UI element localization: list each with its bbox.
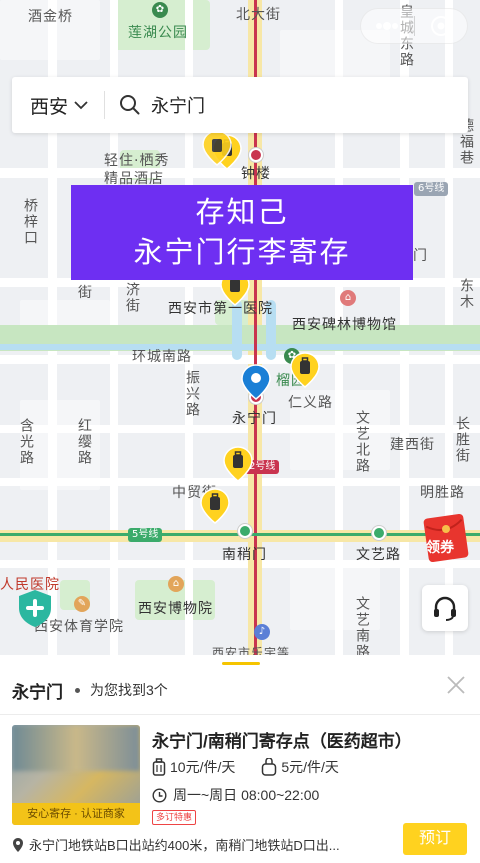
city-label: 西安 xyxy=(30,96,69,118)
storage-pin-icon[interactable] xyxy=(223,446,253,482)
map-label: 文艺北路 xyxy=(354,410,370,474)
shield-icon xyxy=(19,590,51,627)
map-label: 莲湖公园 xyxy=(128,25,188,41)
close-icon xyxy=(447,676,465,694)
results-header: 永宁门 为您找到3个 xyxy=(12,677,468,703)
line-badge-6: 6号线 xyxy=(414,182,449,196)
location-pin-icon[interactable] xyxy=(241,364,271,400)
map-label: 南稍门 xyxy=(222,547,267,563)
map-label: 文艺南路 xyxy=(354,596,370,655)
coupon-label: 领券 xyxy=(426,540,454,556)
price-large-value: 10元/件/天 xyxy=(170,759,236,775)
price-small-value: 5元/件/天 xyxy=(281,759,339,775)
line-badge-5: 5号线 xyxy=(128,528,163,542)
chevron-down-icon xyxy=(74,100,88,109)
large-luggage-icon xyxy=(152,758,166,776)
storage-pin-icon[interactable] xyxy=(290,352,320,388)
headset-icon xyxy=(434,596,456,621)
map-label: 门 xyxy=(413,248,428,264)
search-bar: 西安 xyxy=(12,77,468,133)
map-label: 酒金桥 xyxy=(28,9,73,25)
clock-icon xyxy=(152,787,167,803)
map-label: 轻住·栖秀 xyxy=(104,153,170,169)
location-icon xyxy=(13,837,23,852)
map-label: 长胜街 xyxy=(454,416,470,464)
divider xyxy=(0,714,480,715)
storage-pin-icon[interactable] xyxy=(202,130,232,166)
city-selector[interactable]: 西安 xyxy=(30,92,88,119)
map-label: 文艺路 xyxy=(356,547,401,563)
school-icon: ✎ xyxy=(74,596,90,612)
banner-brand: 存知己 xyxy=(195,197,289,229)
map-label: 北大街 xyxy=(236,7,281,23)
opening-hours: 周一~周日 08:00~22:00 xyxy=(152,785,319,805)
safety-button[interactable] xyxy=(14,587,56,629)
address-text: 永宁门地铁站B口出站约400米，南稍门地铁站D口出... xyxy=(29,838,340,853)
store-address: 永宁门地铁站B口出站约400米，南稍门地铁站D口出... xyxy=(12,835,392,854)
banner-title: 永宁门行李寄存 xyxy=(133,237,351,269)
close-button[interactable] xyxy=(444,673,468,697)
certified-ribbon: 安心寄存 · 认证商家 xyxy=(12,803,140,825)
map-label: 环城南路 xyxy=(132,349,192,365)
park-icon: ✿ xyxy=(152,2,168,18)
customer-service-button[interactable] xyxy=(422,585,468,631)
map-label: 钟楼 xyxy=(241,166,271,182)
map-label: 济街 xyxy=(124,282,140,314)
museum-icon: ⌂ xyxy=(168,576,184,592)
price-row: 10元/件/天 5元/件/天 xyxy=(152,757,339,777)
results-count: 为您找到3个 xyxy=(90,682,168,698)
map-view[interactable]: 酒金桥 莲湖公园 北大街 皇城东路 轻住·栖秀 精品酒店 钟楼 德福巷 桥梓口 … xyxy=(0,0,480,655)
map-label: 建西街 xyxy=(390,437,435,453)
small-bag-icon xyxy=(262,758,277,776)
drag-handle[interactable] xyxy=(222,662,260,665)
promo-tag: 多订特惠 xyxy=(152,810,197,825)
map-label: 西安碑林博物馆 xyxy=(292,317,397,333)
map-label: 西安博物院 xyxy=(138,601,213,617)
map-label: 含光路 xyxy=(18,418,34,466)
search-divider xyxy=(104,91,106,119)
book-button[interactable]: 预订 xyxy=(403,823,467,855)
exit-circle-icon xyxy=(430,16,451,36)
map-label: 红缨路 xyxy=(76,418,92,466)
miniprogram-capsule xyxy=(360,8,468,44)
price-large: 10元/件/天 xyxy=(152,757,235,777)
more-icon xyxy=(376,22,399,30)
map-label: 东木 xyxy=(458,278,474,310)
metro-station-icon xyxy=(238,524,252,538)
store-title: 永宁门/南稍门寄存点（医药超市） xyxy=(152,732,412,751)
more-button[interactable] xyxy=(361,9,414,43)
metro-station-icon xyxy=(372,526,386,540)
exit-button[interactable] xyxy=(415,9,468,43)
search-input[interactable] xyxy=(151,94,468,116)
search-icon xyxy=(120,95,140,115)
map-label: 振兴路 xyxy=(184,370,200,418)
map-label: 永宁门 xyxy=(232,411,277,427)
price-small: 5元/件/天 xyxy=(261,757,339,777)
storefront-image xyxy=(12,725,140,771)
metro-station-icon xyxy=(249,148,263,162)
music-icon: ♪ xyxy=(254,624,270,640)
map-label: 西安市乐宇等 xyxy=(212,646,291,655)
map-label: 仁义路 xyxy=(288,395,333,411)
store-thumbnail: 安心寄存 · 认证商家 xyxy=(12,725,140,825)
results-query: 永宁门 xyxy=(12,682,63,702)
promo-banner: 存知己 永宁门行李寄存 xyxy=(71,185,413,280)
map-label: 桥梓口 xyxy=(22,198,38,246)
map-label: 街 xyxy=(78,285,93,301)
museum-icon: ⌂ xyxy=(340,290,356,306)
results-panel: 永宁门 为您找到3个 安心寄存 · 认证商家 永宁门/南稍门寄存点（医药超市） … xyxy=(0,655,480,863)
hours-text: 周一~周日 08:00~22:00 xyxy=(173,787,320,803)
map-label: 明胜路 xyxy=(420,485,465,501)
storage-pin-icon[interactable] xyxy=(200,488,230,524)
separator-dot xyxy=(75,687,80,693)
